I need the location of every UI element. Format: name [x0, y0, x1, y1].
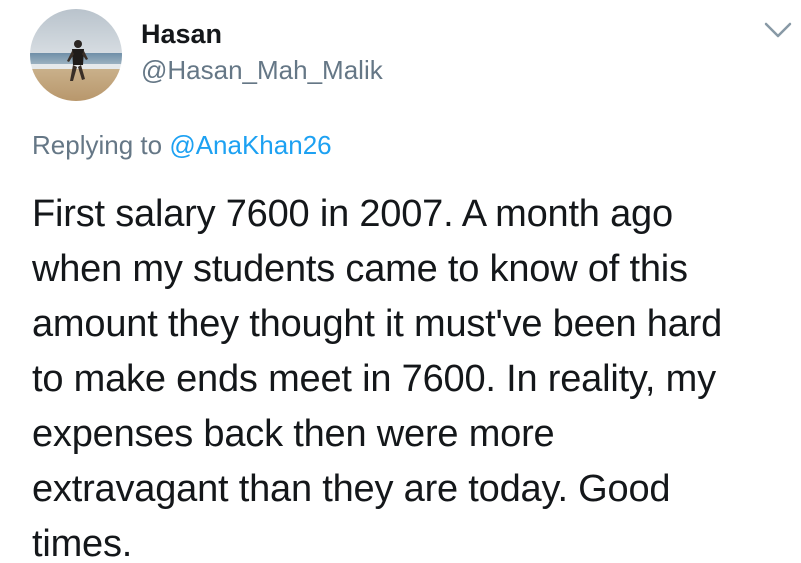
replying-to-prefix: Replying to: [32, 130, 163, 160]
author-handle[interactable]: @Hasan_Mah_Malik: [141, 54, 383, 86]
tweet-text-line: amount they thought it must've been hard: [32, 303, 723, 345]
tweet-text-line: extravagant than they are today. Good: [32, 468, 671, 510]
avatar-image: [30, 9, 122, 101]
avatar[interactable]: [30, 9, 122, 101]
tweet-text-line: to make ends meet in 7600. In reality, m…: [32, 358, 716, 400]
author-display-name[interactable]: Hasan: [141, 18, 222, 50]
replying-to-line: Replying to @AnaKhan26: [32, 128, 332, 162]
tweet-text-line: times.: [32, 523, 133, 563]
tweet-body: First salary 7600 in 2007. A month ago w…: [32, 187, 792, 563]
tweet-text-line: First salary 7600 in 2007. A month ago: [32, 193, 673, 235]
chevron-down-icon: [764, 22, 792, 38]
reply-mention-link[interactable]: @AnaKhan26: [169, 130, 331, 160]
tweet-text-line: when my students came to know of this: [32, 248, 688, 290]
tweet-text-line: expenses back then were more: [32, 413, 555, 455]
tweet-card: Hasan @Hasan_Mah_Malik Replying to @AnaK…: [0, 0, 801, 563]
tweet-menu-button[interactable]: [762, 16, 794, 44]
